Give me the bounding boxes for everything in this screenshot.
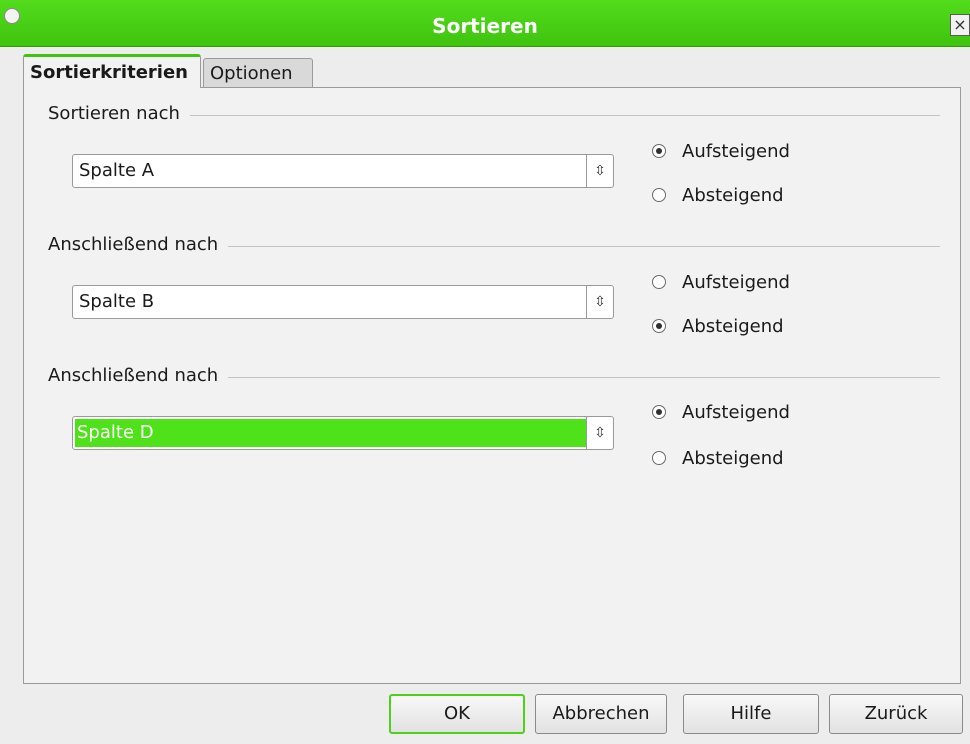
reset-button[interactable]: Zurück	[829, 694, 963, 734]
section-title-2: Anschließend nach	[48, 234, 229, 255]
radio-checked-icon	[652, 405, 666, 419]
radio-checked-icon	[652, 319, 666, 333]
window-title: Sortieren	[432, 14, 538, 38]
updown-arrows-icon: ⇳	[586, 417, 613, 449]
cancel-button[interactable]: Abbrechen	[535, 694, 667, 734]
radio-unchecked-icon	[652, 275, 666, 289]
radio-label: Aufsteigend	[682, 272, 790, 293]
radio-unchecked-icon	[652, 188, 666, 202]
radio-checked-icon	[652, 144, 666, 158]
radio-label: Absteigend	[682, 185, 784, 206]
radio-label: Absteigend	[682, 316, 784, 337]
sort-key-1-combo[interactable]: Spalte A ⇳	[72, 154, 614, 188]
tab-panel: Sortieren nach Spalte A ⇳ Aufsteigend Ab…	[23, 87, 961, 684]
combo-value: Spalte A	[79, 160, 155, 181]
tab-optionen[interactable]: Optionen	[203, 58, 313, 88]
radio-label: Aufsteigend	[682, 141, 790, 162]
section-title-1: Sortieren nach	[48, 103, 190, 124]
radio-label: Aufsteigend	[682, 402, 790, 423]
close-button[interactable]: ×	[950, 14, 970, 36]
section-title-3: Anschließend nach	[48, 365, 229, 386]
title-bar: Sortieren ×	[0, 0, 970, 47]
sort-key-3-combo[interactable]: Spalte D ⇳	[72, 416, 614, 450]
help-button[interactable]: Hilfe	[683, 694, 819, 734]
combo-value: Spalte B	[79, 291, 155, 312]
combo-value: Spalte D	[75, 419, 587, 447]
updown-arrows-icon: ⇳	[586, 155, 613, 187]
tab-sortierkriterien[interactable]: Sortierkriterien	[23, 54, 201, 88]
updown-arrows-icon: ⇳	[586, 286, 613, 318]
sort-key-2-combo[interactable]: Spalte B ⇳	[72, 285, 614, 319]
radio-unchecked-icon	[652, 451, 666, 465]
radio-label: Absteigend	[682, 448, 784, 469]
ok-button[interactable]: OK	[389, 694, 525, 734]
